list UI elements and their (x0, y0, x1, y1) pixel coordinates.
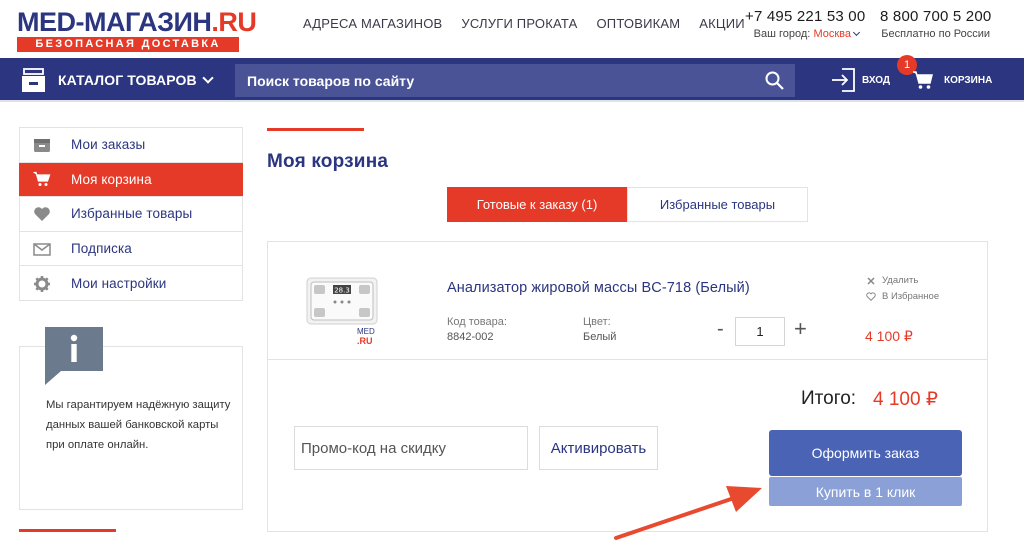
security-info-box: Мы гарантируем надёжную защиту данных ва… (19, 327, 243, 510)
top-nav: АДРЕСА МАГАЗИНОВ УСЛУГИ ПРОКАТА ОПТОВИКА… (303, 16, 764, 31)
cart-button[interactable]: КОРЗИНА (912, 65, 992, 95)
orders-box-icon (33, 136, 51, 154)
accent-divider (19, 529, 116, 532)
heart-icon (33, 205, 51, 223)
nav-link-wholesale[interactable]: ОПТОВИКАМ (596, 16, 680, 31)
login-label: ВХОД (862, 74, 891, 86)
sidebar-item-label: Мои заказы (71, 137, 146, 153)
sidebar-item-label: Мои настройки (71, 276, 167, 292)
catalog-button[interactable]: КАТАЛОГ ТОВАРОВ (20, 58, 220, 102)
logo-tagline: БЕЗОПАСНАЯ ДОСТАВКА (17, 37, 239, 52)
promo-code-input[interactable] (294, 426, 528, 470)
cart-label: КОРЗИНА (944, 74, 993, 86)
nav-link-promo[interactable]: АКЦИИ (699, 16, 745, 31)
chevron-down-icon (202, 72, 214, 84)
search-icon[interactable] (765, 71, 784, 90)
main-navbar: КАТАЛОГ ТОВАРОВ ВХОД 1 КОРЗИНА (0, 55, 1024, 102)
envelope-icon (33, 240, 51, 258)
sidebar-item-subscription[interactable]: Подписка (20, 232, 242, 267)
item-price: 4 100 ₽ (865, 328, 913, 344)
total-label: Итого: (801, 388, 857, 409)
activate-promo-button[interactable]: Активировать (539, 426, 658, 470)
info-icon (45, 327, 103, 385)
annotation-arrow-icon (614, 486, 762, 540)
product-name-link[interactable]: Анализатор жировой массы BC-718 (Белый) (447, 280, 750, 296)
close-icon (866, 276, 876, 286)
sidebar-item-label: Подписка (71, 241, 132, 257)
nav-link-stores[interactable]: АДРЕСА МАГАЗИНОВ (303, 16, 442, 31)
qty-increase-button[interactable]: + (794, 316, 807, 342)
city-label: Ваш город: (753, 28, 811, 40)
city-value: Москва (813, 28, 851, 40)
accent-divider (267, 128, 364, 131)
product-image[interactable]: 28.3 MED .RU (305, 274, 381, 346)
product-code-label: Код товара: (447, 316, 507, 328)
catalog-label: КАТАЛОГ ТОВАРОВ (58, 72, 197, 88)
watermark-med: MED (357, 327, 375, 336)
catalog-drawer-icon (22, 67, 45, 92)
site-logo[interactable]: MED-МАГАЗИН.RU БЕЗОПАСНАЯ ДОСТАВКА (17, 7, 257, 52)
remove-item-button[interactable]: Удалить (866, 275, 918, 286)
heart-outline-icon (866, 292, 876, 302)
sidebar-item-orders[interactable]: Мои заказы (20, 128, 242, 163)
add-to-favorites-button[interactable]: В Избранное (866, 291, 939, 302)
phone-moscow-block: +7 495 221 53 00 Ваш город: Москва (745, 8, 865, 40)
checkout-button[interactable]: Оформить заказ (769, 430, 962, 476)
page-title: Моя корзина (267, 151, 389, 172)
security-info-text: Мы гарантируем надёжную защиту данных ва… (46, 399, 231, 451)
product-color-value: Белый (583, 331, 617, 343)
logo-wordmark: MED-МАГАЗИН.RU (17, 7, 257, 37)
watermark-ru: .RU (357, 336, 373, 346)
sidebar-item-settings[interactable]: Мои настройки (20, 266, 242, 301)
phone-free-note: Бесплатно по России (881, 28, 990, 40)
search-input[interactable] (235, 72, 755, 89)
login-icon (832, 68, 855, 92)
cart-icon (913, 71, 933, 89)
sidebar-item-cart[interactable]: Моя корзина (19, 162, 243, 198)
city-selector[interactable]: Ваш город: Москва (745, 28, 861, 40)
one-click-buy-button[interactable]: Купить в 1 клик (769, 477, 962, 506)
svg-text:28.3: 28.3 (334, 287, 350, 295)
search-bar (235, 64, 795, 97)
total-value: 4 100 ₽ (873, 389, 938, 410)
product-code-value: 8842-002 (447, 331, 494, 343)
phone-moscow[interactable]: +7 495 221 53 00 (745, 8, 865, 25)
phone-free[interactable]: 8 800 700 5 200 (880, 8, 991, 25)
phone-free-block: 8 800 700 5 200 Бесплатно по России (880, 8, 991, 40)
sidebar-item-favorites[interactable]: Избранные товары (20, 197, 242, 232)
account-sidebar: Мои заказы Моя корзина Избранные товары … (19, 127, 243, 301)
sidebar-item-label: Избранные товары (71, 206, 193, 222)
sidebar-item-label: Моя корзина (71, 171, 152, 187)
nav-link-rental[interactable]: УСЛУГИ ПРОКАТА (461, 16, 577, 31)
product-color-label: Цвет: (583, 316, 611, 328)
login-button[interactable]: ВХОД (830, 65, 890, 95)
chevron-down-icon (852, 28, 861, 37)
gear-icon (33, 275, 51, 293)
cart-item-row: 28.3 MED .RU Анализатор жировой массы BC… (268, 242, 987, 360)
qty-decrease-button[interactable]: - (717, 318, 724, 341)
tab-favorites[interactable]: Избранные товары (627, 187, 808, 222)
tab-ready-to-order[interactable]: Готовые к заказу (1) (447, 187, 627, 222)
quantity-input[interactable] (735, 317, 785, 346)
top-header: MED-МАГАЗИН.RU БЕЗОПАСНАЯ ДОСТАВКА АДРЕС… (0, 0, 1024, 58)
remove-item-label: Удалить (882, 275, 919, 286)
add-to-favorites-label: В Избранное (882, 291, 940, 302)
cart-icon (33, 170, 51, 188)
